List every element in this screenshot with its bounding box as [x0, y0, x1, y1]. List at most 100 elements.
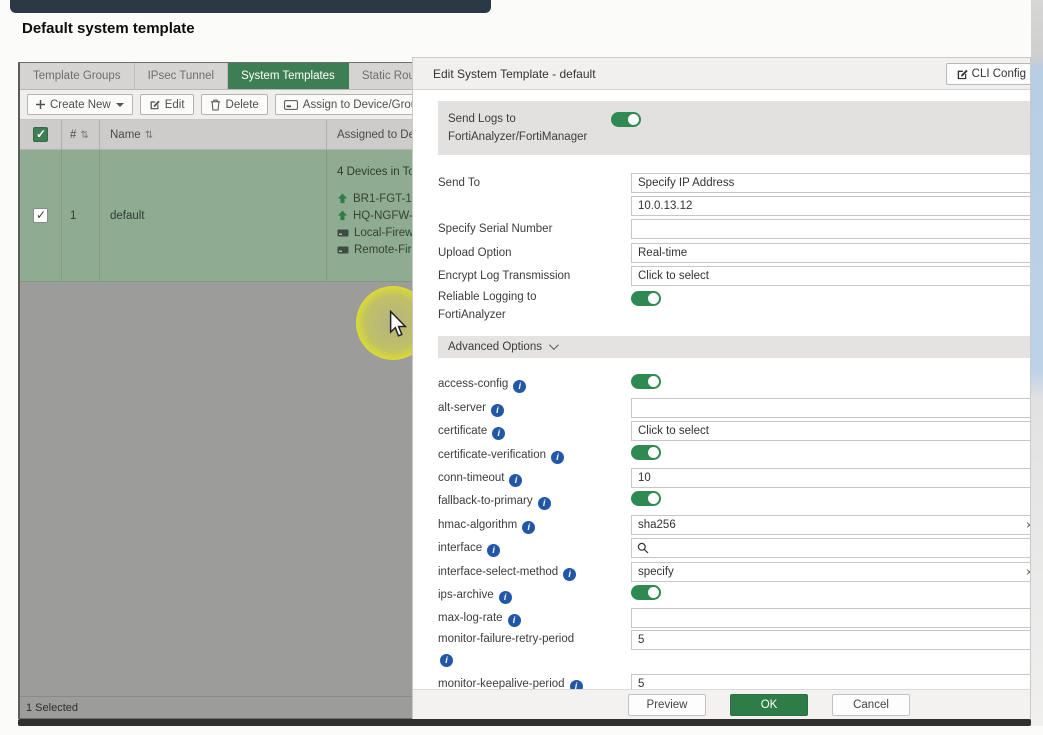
field-row-conn-timeout: conn-timeout: [438, 467, 1030, 490]
info-icon[interactable]: [513, 380, 526, 393]
trash-icon: [210, 99, 221, 111]
device-name: BR1-FGT-1: [353, 193, 412, 205]
upload-option-select[interactable]: Real-time: [631, 243, 1030, 263]
selected-count: 1 Selected: [26, 702, 78, 714]
clear-icon[interactable]: [1026, 518, 1030, 532]
reliable-logging-toggle[interactable]: [631, 291, 661, 306]
info-icon[interactable]: [499, 591, 512, 604]
tab-ipsec-tunnel[interactable]: IPsec Tunnel: [135, 63, 228, 89]
send-to-select[interactable]: Specify IP Address: [631, 173, 1030, 193]
assign-label: Assign to Device/Group: [303, 99, 424, 111]
list-item: Local-Firewal: [337, 224, 422, 241]
header-name[interactable]: Name: [100, 120, 327, 149]
info-icon[interactable]: [570, 680, 583, 689]
create-new-button[interactable]: Create New: [27, 94, 133, 115]
sort-icon: [141, 129, 153, 141]
field-row-monitor-failure-retry-period: monitor-failure-retry-period: [438, 630, 1030, 672]
info-icon[interactable]: [563, 568, 576, 581]
field-row-fallback-to-primary: fallback-to-primary: [438, 490, 1030, 513]
info-icon[interactable]: [551, 451, 564, 464]
field-label: monitor-failure-retry-period: [438, 633, 574, 645]
preview-button[interactable]: Preview: [628, 694, 706, 716]
field-label: certificate-verification: [438, 449, 546, 461]
tab-system-templates[interactable]: System Templates: [228, 63, 349, 89]
field-label: conn-timeout: [438, 472, 504, 484]
field-row-ips-archive: ips-archive: [438, 583, 1030, 606]
info-icon[interactable]: [508, 614, 521, 627]
chevron-down-icon: [549, 341, 559, 351]
panel-splitter-handle[interactable]: [407, 384, 412, 400]
fallback-to-primary-toggle[interactable]: [631, 491, 661, 506]
info-icon[interactable]: [440, 654, 453, 667]
ip-address-input[interactable]: [631, 196, 1030, 216]
device-icon: [284, 100, 298, 110]
row-num-cell: 1: [62, 150, 100, 281]
alt-server-input[interactable]: [631, 398, 1030, 418]
chevron-down-icon: [116, 103, 124, 107]
info-icon[interactable]: [538, 497, 551, 510]
page-title: Default system template: [22, 20, 195, 37]
ok-button[interactable]: OK: [730, 694, 808, 716]
serial-number-input[interactable]: [631, 219, 1030, 239]
ips-archive-toggle[interactable]: [631, 585, 661, 600]
monitor-failure-retry-period-input[interactable]: [631, 630, 1030, 650]
send-logs-label: Send Logs to FortiAnalyzer/FortiManager: [448, 110, 611, 146]
row-checkbox[interactable]: [33, 208, 48, 223]
assign-to-device-group-button[interactable]: Assign to Device/Group: [275, 94, 433, 115]
hmac-algorithm-select[interactable]: sha256: [631, 515, 1030, 535]
col-assigned-label: Assigned to Dev: [337, 129, 421, 141]
field-label: alt-server: [438, 402, 486, 414]
encrypt-select[interactable]: Click to select: [631, 266, 1030, 286]
field-row-serial: Specify Serial Number: [438, 218, 1030, 241]
info-icon[interactable]: [509, 474, 522, 487]
select-all-checkbox[interactable]: [33, 127, 48, 142]
field-row-upload: Upload Option Real-time: [438, 241, 1030, 264]
field-label: fallback-to-primary: [438, 495, 533, 507]
advanced-options-header[interactable]: Advanced Options: [438, 336, 1030, 358]
encrypt-label: Encrypt Log Transmission: [438, 267, 631, 285]
access-config-toggle[interactable]: [631, 374, 661, 389]
field-row-encrypt: Encrypt Log Transmission Click to select: [438, 265, 1030, 288]
list-item: Remote-Firev: [337, 241, 424, 258]
col-name-label: Name: [110, 129, 141, 141]
interface-select-method-select[interactable]: specify: [631, 562, 1030, 582]
edit-button[interactable]: Edit: [140, 94, 194, 115]
device-icon: [337, 229, 349, 237]
field-row-interface-select-method: interface-select-method specify: [438, 560, 1030, 583]
plus-icon: [36, 100, 45, 109]
modal-title: Edit System Template - default: [433, 67, 596, 81]
field-label: interface-select-method: [438, 566, 558, 578]
info-icon[interactable]: [491, 404, 504, 417]
edit-system-template-modal: Edit System Template - default CLI Confi…: [412, 57, 1031, 720]
certificate-select[interactable]: Click to select: [631, 421, 1030, 441]
field-label: interface: [438, 542, 482, 554]
field-row-certificate-verification: certificate-verification: [438, 443, 1030, 466]
field-row-send-to: Send To Specify IP Address: [438, 171, 1030, 194]
field-label: certificate: [438, 425, 487, 437]
interface-search-input[interactable]: [631, 538, 1030, 558]
certificate-verification-toggle[interactable]: [631, 445, 661, 460]
cancel-button[interactable]: Cancel: [832, 694, 910, 716]
right-edge-strip: [1031, 0, 1043, 726]
field-label: hmac-algorithm: [438, 519, 517, 531]
send-logs-toggle[interactable]: [611, 112, 641, 127]
info-icon[interactable]: [487, 544, 500, 557]
device-icon: [337, 246, 349, 254]
cli-config-button[interactable]: CLI Config: [946, 63, 1031, 85]
delete-label: Delete: [226, 99, 259, 111]
info-icon[interactable]: [492, 427, 505, 440]
reliable-line1: Reliable Logging to: [438, 288, 631, 306]
tab-template-groups[interactable]: Template Groups: [20, 63, 135, 89]
field-row-alt-server: alt-server: [438, 396, 1030, 419]
clear-icon[interactable]: [1026, 565, 1030, 579]
send-to-label: Send To: [438, 174, 631, 192]
serial-label: Specify Serial Number: [438, 220, 631, 238]
conn-timeout-input[interactable]: [631, 468, 1030, 488]
delete-button[interactable]: Delete: [201, 94, 268, 115]
info-icon[interactable]: [522, 521, 535, 534]
max-log-rate-input[interactable]: [631, 608, 1030, 628]
field-label: access-config: [438, 378, 508, 390]
header-num[interactable]: #: [62, 120, 100, 149]
upload-option-label: Upload Option: [438, 244, 631, 262]
monitor-keepalive-period-input[interactable]: [631, 674, 1030, 689]
